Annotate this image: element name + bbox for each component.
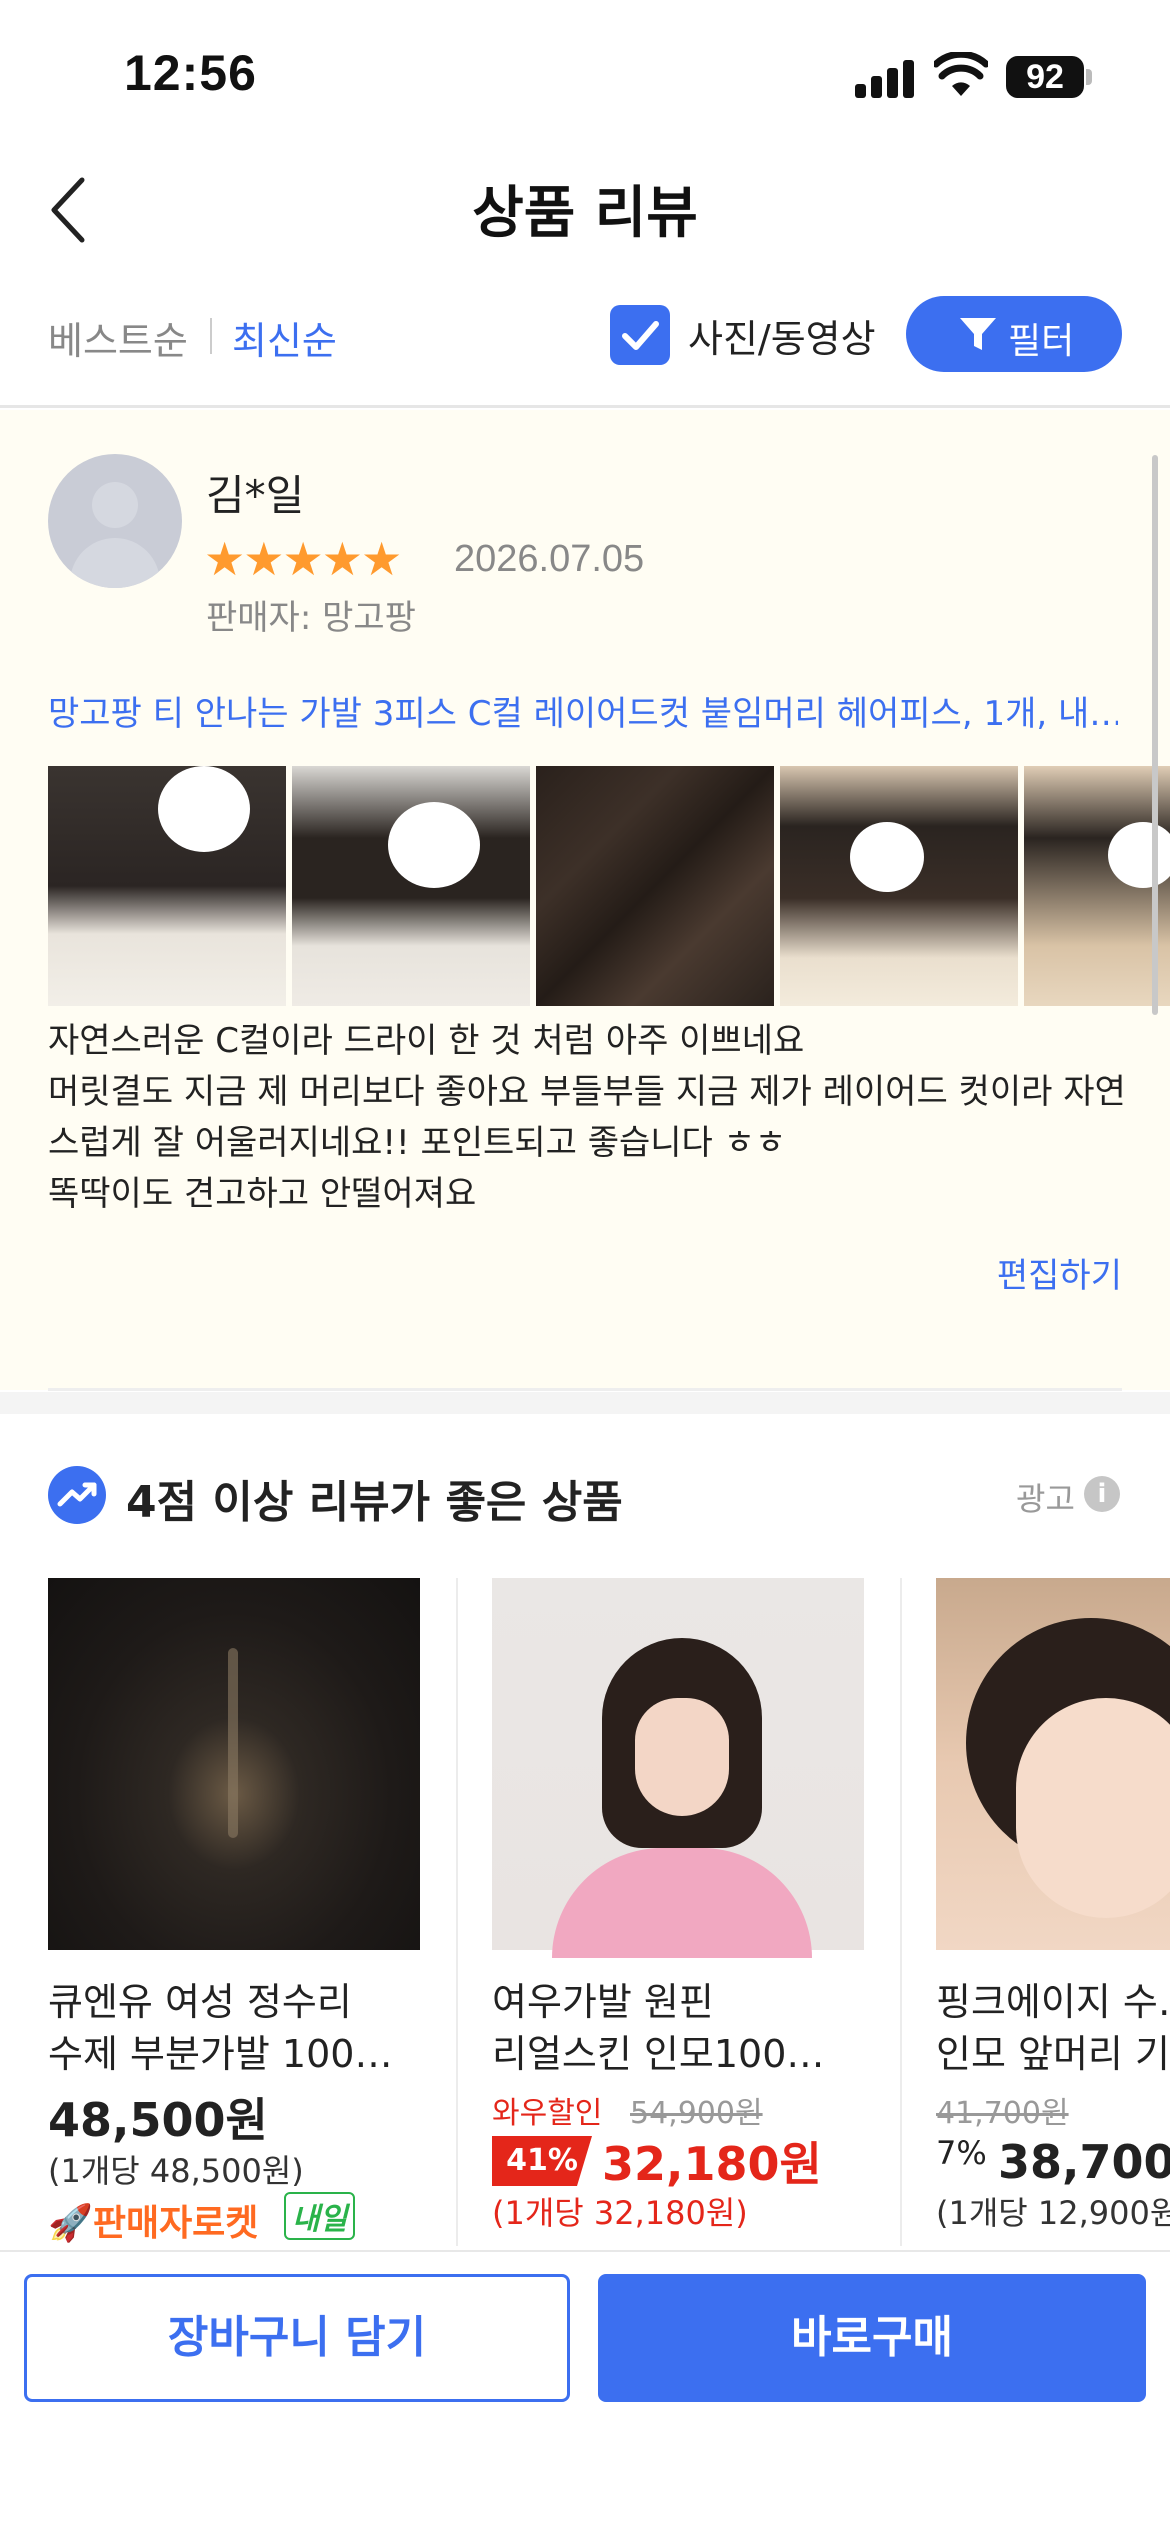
header-divider	[0, 405, 1170, 408]
section-gap	[0, 1392, 1170, 1414]
product-name: 여우가발 원핀 리얼스킨 인모100…	[492, 1980, 825, 2076]
filter-funnel-icon	[960, 318, 996, 350]
product-name: 큐엔유 여성 정수리 수제 부분가발 100…	[48, 1980, 393, 2076]
review-photo[interactable]	[292, 766, 530, 1006]
unit-price: (1개당 32,180원)	[492, 2194, 748, 2232]
review-photo[interactable]	[780, 766, 1018, 1006]
product-name: 핑크에이지 수… 인모 앞머리 기…	[936, 1980, 1170, 2076]
edit-review-link[interactable]: 편집하기	[997, 1248, 1122, 1297]
photo-video-label[interactable]: 사진/동영상	[688, 308, 876, 363]
trending-up-icon	[48, 1466, 106, 1524]
top-header: 상품 리뷰	[0, 150, 1170, 270]
unit-price: (1개당 48,500원)	[48, 2152, 304, 2190]
recommendation-header: 4점 이상 리뷰가 좋은 상품 광고 i	[0, 1430, 1170, 1550]
reviewed-product-link[interactable]: 망고팡 티 안나는 가발 3피스 C컬 레이어드컷 붙임머리 헤어피스, 1개,…	[48, 686, 1118, 735]
product-price: 38,700원	[998, 2135, 1170, 2189]
sort-best-tab[interactable]: 베스트순	[48, 310, 188, 365]
status-bar: 12:56 92	[0, 0, 1170, 150]
product-price: 32,180원	[602, 2137, 822, 2191]
sort-newest-tab[interactable]: 최신순	[232, 310, 337, 365]
card-divider	[456, 1578, 458, 2246]
battery-cap	[1086, 69, 1092, 85]
discount-rate: 7%	[936, 2134, 987, 2172]
discount-badge: 41%	[492, 2136, 592, 2186]
filter-label: 필터	[1008, 321, 1075, 362]
review-date: 2026.07.05	[454, 538, 645, 580]
sale-tag: 와우할인	[492, 2096, 603, 2131]
review-card: 김*일 ★★★★★ 2026.07.05 판매자: 망고팡 망고팡 티 안나는 …	[0, 410, 1170, 1390]
seller-name: 판매자: 망고팡	[206, 598, 416, 638]
product-image[interactable]	[936, 1578, 1170, 1950]
product-card[interactable]: 큐엔유 여성 정수리 수제 부분가발 100… 48,500원 (1개당 48,…	[48, 1578, 420, 2258]
scrollbar[interactable]	[1152, 455, 1158, 1015]
product-card[interactable]: 여우가발 원핀 리얼스킨 인모100… 와우할인 54,900원 41% 32,…	[492, 1578, 864, 2258]
add-to-cart-button[interactable]: 장바구니 담기	[24, 2274, 570, 2402]
product-image[interactable]	[48, 1578, 420, 1950]
cellular-signal-icon	[855, 58, 917, 98]
star-rating: ★★★★★	[204, 532, 402, 586]
buy-now-button[interactable]: 바로구매	[598, 2274, 1146, 2402]
review-photo-strip[interactable]	[48, 766, 1170, 1006]
review-photo[interactable]	[48, 766, 286, 1006]
ad-label: 광고	[1016, 1480, 1075, 1518]
review-photo[interactable]	[1024, 766, 1170, 1006]
filter-button[interactable]: 필터	[906, 296, 1122, 372]
sort-divider	[210, 318, 212, 354]
review-photo[interactable]	[536, 766, 774, 1006]
avatar	[48, 454, 182, 588]
product-price: 48,500원	[48, 2093, 268, 2147]
product-image[interactable]	[492, 1578, 864, 1958]
unit-price: (1개당 12,900원)	[936, 2194, 1170, 2232]
wifi-icon	[934, 52, 988, 96]
sort-filter-row: 베스트순 최신순 사진/동영상 필터	[0, 290, 1170, 380]
reviewer-name: 김*일	[206, 471, 305, 520]
product-card[interactable]: 핑크에이지 수… 인모 앞머리 기… 41,700원 7% 38,700원 (1…	[936, 1578, 1170, 2258]
bottom-action-bar: 장바구니 담기 바로구매	[0, 2250, 1170, 2534]
delivery-badge: 내일	[284, 2192, 356, 2240]
review-bottom-divider	[48, 1388, 1122, 1391]
recommendation-title: 4점 이상 리뷰가 좋은 상품	[126, 1477, 623, 1528]
review-text: 자연스러운 C컬이라 드라이 한 것 처럼 아주 이쁘네요 머릿결도 지금 제 …	[48, 1021, 1126, 1214]
photo-video-checkbox[interactable]	[610, 305, 670, 365]
battery-icon: 92	[1006, 56, 1084, 98]
original-price: 54,900원	[630, 2096, 763, 2131]
status-time: 12:56	[124, 45, 257, 101]
seller-rocket-badge: 🚀판매자로켓	[48, 2203, 259, 2244]
page-title: 상품 리뷰	[472, 181, 698, 246]
card-divider	[900, 1578, 902, 2246]
info-icon[interactable]: i	[1084, 1476, 1120, 1512]
